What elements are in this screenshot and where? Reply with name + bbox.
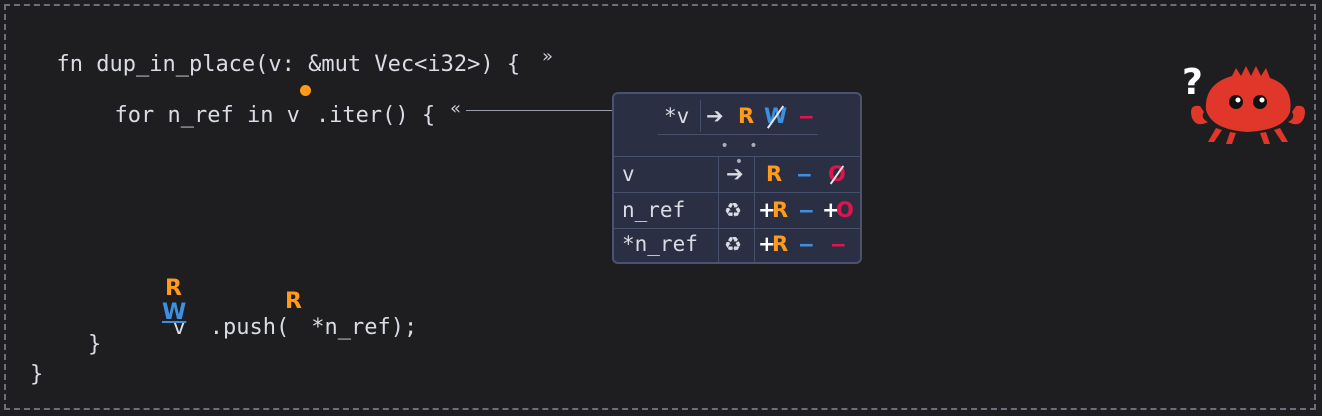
row-own-perm: – bbox=[832, 232, 845, 256]
table-header-row: *v ➔ R W – bbox=[614, 98, 860, 134]
table-row-v: v ➔ R – O bbox=[614, 156, 860, 192]
push-receiver-read-perm: R bbox=[165, 276, 182, 301]
code-line-fn-signature: fn dup_in_place(v: &mut Vec<i32>) { bbox=[30, 26, 521, 78]
row-write-perm: – bbox=[800, 198, 813, 222]
permissions-table: *v ➔ R W – • • • v ➔ R – O n_ref ♻ + R –… bbox=[612, 92, 862, 264]
code-line-push: v .push(*n_ref); bbox=[146, 289, 418, 341]
row-own-perm-lost: O bbox=[828, 156, 846, 192]
push-arg-read-perm: R bbox=[285, 289, 302, 314]
code-line-close-for: } bbox=[88, 332, 101, 358]
borrow-point-dot bbox=[300, 85, 311, 96]
row-read-perm: R bbox=[772, 198, 789, 222]
row-path: v bbox=[622, 162, 635, 186]
push-call: .push( bbox=[209, 315, 290, 340]
recycle-icon: ♻ bbox=[724, 232, 742, 256]
step-marker-after: » bbox=[542, 46, 554, 67]
push-argument: *n_ref); bbox=[311, 315, 418, 340]
header-read-perm: R bbox=[738, 104, 755, 128]
row-path: n_ref bbox=[622, 198, 686, 222]
table-row-deref-n-ref: *n_ref ♻ + R – – bbox=[614, 226, 860, 262]
step-marker-before: « bbox=[450, 98, 462, 119]
code-line-for-loop: for n_ref in v .iter() { bbox=[88, 77, 436, 129]
row-write-perm: – bbox=[798, 162, 811, 186]
for-loop-tail: .iter() { bbox=[315, 103, 436, 128]
push-receiver-write-perm: W bbox=[162, 300, 187, 325]
header-separator bbox=[658, 134, 818, 135]
close-brace-fn: } bbox=[30, 362, 44, 387]
row-read-perm: R bbox=[772, 232, 789, 256]
table-connector-line bbox=[466, 110, 612, 111]
header-arrow-icon: ➔ bbox=[706, 104, 724, 128]
row-own-perm: O bbox=[836, 198, 854, 222]
recycle-icon: ♻ bbox=[724, 198, 742, 222]
fn-signature-text: fn dup_in_place(v: &mut Vec<i32>) { bbox=[56, 52, 521, 77]
table-row-n-ref: n_ref ♻ + R – + O bbox=[614, 192, 860, 228]
header-path: *v bbox=[664, 104, 690, 128]
header-divider bbox=[700, 100, 701, 132]
ferris-crab-icon bbox=[1191, 66, 1305, 144]
row-read-perm: R bbox=[766, 162, 783, 186]
for-loop-head: for n_ref in v bbox=[114, 103, 300, 128]
close-brace-for: } bbox=[88, 332, 102, 357]
header-write-perm-lost: W bbox=[764, 98, 787, 134]
row-write-perm: – bbox=[800, 232, 813, 256]
code-line-close-fn: } bbox=[30, 362, 43, 388]
row-path: *n_ref bbox=[622, 232, 698, 256]
header-own-perm: – bbox=[800, 104, 813, 128]
arrow-icon: ➔ bbox=[726, 162, 744, 186]
